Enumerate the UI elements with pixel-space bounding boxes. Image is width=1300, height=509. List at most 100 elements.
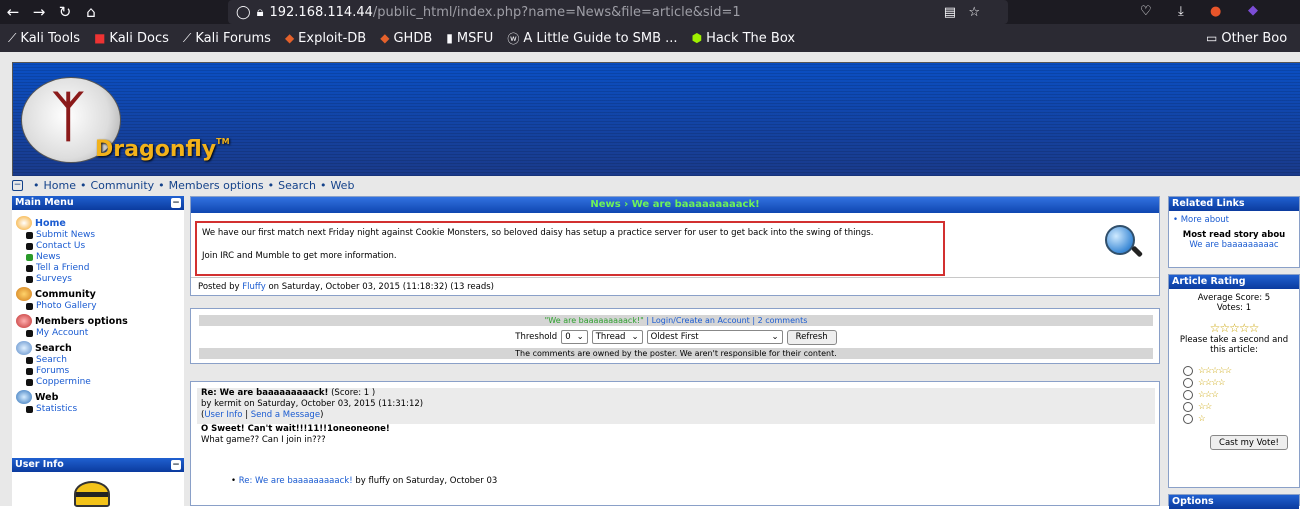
bookmark-star-icon[interactable]: ☆ bbox=[968, 5, 980, 20]
refresh-button[interactable]: Refresh bbox=[786, 329, 837, 345]
url-bar[interactable]: ◯ 🔒︎ 192.168.114.44 /public_html/index.p… bbox=[228, 0, 1008, 24]
nav-home[interactable]: Home bbox=[44, 179, 76, 192]
menu-item-forums[interactable]: Forums bbox=[16, 366, 184, 377]
comments-controls: "We are baaaaaaaaack!" | Login/Create an… bbox=[190, 308, 1160, 364]
url-host: 192.168.114.44 bbox=[269, 4, 373, 20]
most-read-label: Most read story abou bbox=[1182, 230, 1286, 240]
menu-item-statistics[interactable]: Statistics bbox=[16, 404, 184, 415]
most-read-link[interactable]: We are baaaaaaaaac bbox=[1173, 240, 1295, 250]
star-rating-icon: ☆☆☆☆☆ bbox=[1209, 321, 1260, 335]
menu-section-home[interactable]: Home bbox=[16, 216, 184, 230]
site-banner: ᛉ DragonflyTM bbox=[12, 62, 1300, 176]
comment-filter-row: Threshold 0 ⌄ Thread ⌄ Oldest First ⌄ Refre… bbox=[199, 329, 1153, 345]
search-icon bbox=[16, 341, 32, 355]
arrow-icon bbox=[26, 265, 33, 272]
menu-item-my-account[interactable]: My Account bbox=[16, 328, 184, 339]
comment-thread: Re: We are baaaaaaaaack! (Score: 1 ) by … bbox=[190, 381, 1160, 506]
menu-item-photo-gallery[interactable]: Photo Gallery bbox=[16, 301, 184, 312]
article-paragraph: We have our first match next Friday nigh… bbox=[202, 228, 874, 238]
menu-item-search[interactable]: Search bbox=[16, 355, 184, 366]
bookmark-item[interactable]: ■ Kali Docs bbox=[94, 31, 169, 46]
more-about-link[interactable]: • More about bbox=[1173, 215, 1295, 225]
menu-item-news[interactable]: News bbox=[16, 252, 184, 263]
mode-select[interactable]: Thread ⌄ bbox=[591, 330, 643, 344]
bookmark-item[interactable]: ⬢ Hack The Box bbox=[692, 31, 796, 46]
forward-icon[interactable]: → bbox=[26, 3, 52, 21]
back-icon[interactable]: ← bbox=[0, 3, 26, 21]
send-message-link[interactable]: Send a Message bbox=[251, 410, 320, 420]
wordpress-icon: ⓦ bbox=[507, 31, 520, 46]
nav-members-options[interactable]: Members options bbox=[169, 179, 264, 192]
dragonfly-icon: ᛉ bbox=[52, 84, 85, 148]
collapse-icon[interactable]: − bbox=[12, 179, 23, 191]
nav-web[interactable]: Web bbox=[330, 179, 354, 192]
list-item: • Re: We are baaaaaaaaack! by fluffy on … bbox=[231, 476, 498, 486]
collapse-icon[interactable]: − bbox=[171, 198, 181, 208]
rating-radio-4[interactable]: ☆☆☆☆ bbox=[1183, 377, 1295, 389]
rating-radio-3[interactable]: ☆☆☆ bbox=[1183, 389, 1295, 401]
menu-section-community: Community bbox=[16, 287, 184, 301]
user-info-link[interactable]: User Info bbox=[204, 410, 242, 420]
comment-count-link[interactable]: 2 comments bbox=[758, 316, 808, 325]
bookmark-item[interactable]: ⓦ A Little Guide to SMB ... bbox=[507, 30, 677, 47]
kali-docs-icon: ■ bbox=[94, 31, 106, 45]
menu-item-tell-a-friend[interactable]: Tell a Friend bbox=[16, 263, 184, 274]
comments-disclaimer: The comments are owned by the poster. We… bbox=[199, 348, 1153, 359]
other-bookmarks[interactable]: ▭ Other Boo bbox=[1206, 31, 1287, 46]
options-block: Options bbox=[1168, 494, 1300, 509]
extension-badge-icon[interactable]: ◆ bbox=[1248, 3, 1258, 18]
arrow-icon bbox=[26, 357, 33, 364]
cast-vote-button[interactable]: Cast my Vote! bbox=[1210, 435, 1288, 450]
arrow-icon bbox=[26, 232, 33, 239]
reader-view-icon[interactable]: ▤ bbox=[944, 5, 956, 20]
menu-item-contact-us[interactable]: Contact Us bbox=[16, 241, 184, 252]
bookmark-item[interactable]: ▮ MSFU bbox=[446, 31, 493, 46]
author-link[interactable]: Fluffy bbox=[242, 282, 266, 292]
rating-radio-5[interactable]: ☆☆☆☆☆ bbox=[1183, 365, 1295, 377]
comment-score: (Score: 1 ) bbox=[331, 388, 376, 398]
nav-search[interactable]: Search bbox=[278, 179, 316, 192]
download-icon[interactable]: ⤓ bbox=[1178, 4, 1184, 19]
threshold-select[interactable]: 0 ⌄ bbox=[561, 330, 588, 344]
extension-icon[interactable]: ● bbox=[1210, 4, 1221, 19]
menu-item-submit-news[interactable]: Submit News bbox=[16, 230, 184, 241]
bookmark-item[interactable]: ⟋ Kali Tools bbox=[8, 31, 80, 46]
reload-icon[interactable]: ↻ bbox=[52, 3, 78, 21]
ghdb-icon: ◆ bbox=[380, 31, 390, 45]
menu-item-surveys[interactable]: Surveys bbox=[16, 274, 184, 285]
order-select[interactable]: Oldest First ⌄ bbox=[646, 330, 783, 344]
rating-radio-2[interactable]: ☆☆ bbox=[1183, 401, 1295, 413]
left-sidebar: Main Menu − Home Submit News Contact Us … bbox=[12, 196, 184, 507]
average-score: Average Score: 5 bbox=[1197, 293, 1271, 303]
bookmark-item[interactable]: ⟋ Kali Forums bbox=[183, 31, 271, 46]
home-icon bbox=[16, 216, 32, 230]
chevron-down-icon: ⌄ bbox=[576, 332, 584, 342]
rating-options: ☆☆☆☆☆ ☆☆☆☆ ☆☆☆ ☆☆ ☆ bbox=[1183, 365, 1295, 425]
arrow-icon bbox=[26, 303, 33, 310]
reply-link[interactable]: Re: We are baaaaaaaaack! bbox=[239, 476, 353, 486]
rating-radio-1[interactable]: ☆ bbox=[1183, 413, 1295, 425]
login-link[interactable]: Login/Create an Account bbox=[652, 316, 750, 325]
menu-item-coppermine[interactable]: Coppermine bbox=[16, 377, 184, 388]
arrow-icon bbox=[26, 254, 33, 261]
main-content: News › We are baaaaaaaaack! We have our … bbox=[190, 196, 1160, 506]
exploit-db-icon: ◆ bbox=[284, 31, 295, 45]
nav-community[interactable]: Community bbox=[90, 179, 154, 192]
options-header: Options bbox=[1169, 495, 1299, 509]
collapse-icon[interactable]: − bbox=[171, 460, 181, 470]
avatar bbox=[74, 481, 110, 507]
home-icon[interactable]: ⌂ bbox=[78, 3, 104, 21]
comment-header: Re: We are baaaaaaaaack! (Score: 1 ) by … bbox=[197, 388, 1155, 424]
news-topic-icon[interactable] bbox=[1103, 223, 1144, 263]
comments-title: "We are baaaaaaaaack!" bbox=[544, 316, 644, 325]
menu-section-web: Web bbox=[16, 390, 184, 404]
arrow-icon bbox=[26, 406, 33, 413]
shield-icon: ◯ bbox=[236, 4, 251, 20]
article-title: News › We are baaaaaaaaack! bbox=[191, 197, 1159, 213]
rating-prompt: Please take a second and bbox=[1179, 335, 1289, 345]
bookmark-item[interactable]: ◆ GHDB bbox=[380, 31, 432, 46]
bookmark-item[interactable]: ◆ Exploit-DB bbox=[285, 31, 366, 46]
menu-section-search: Search bbox=[16, 341, 184, 355]
chevron-down-icon: ⌄ bbox=[631, 332, 639, 342]
pocket-icon[interactable]: ♡ bbox=[1140, 4, 1152, 19]
